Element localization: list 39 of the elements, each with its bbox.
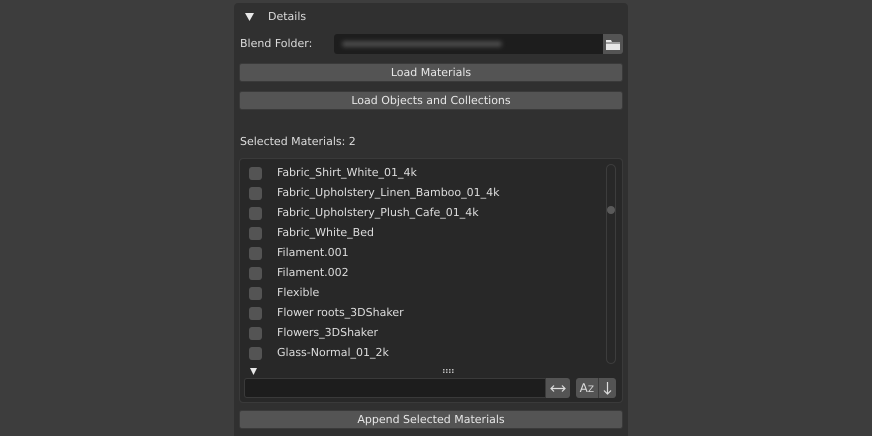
- material-name[interactable]: Fabric_Upholstery_Linen_Bamboo_01_4k: [277, 184, 500, 202]
- material-name[interactable]: Glass-Normal_01_2k: [277, 344, 389, 362]
- swap-button[interactable]: [546, 378, 570, 398]
- append-button[interactable]: Append Selected Materials: [239, 410, 623, 429]
- options-triangle-icon[interactable]: [250, 368, 257, 374]
- folder-browse-button[interactable]: [603, 34, 623, 54]
- filter-field[interactable]: [244, 378, 546, 398]
- selection-count: Selected Materials: 2: [239, 134, 357, 150]
- checkbox[interactable]: [249, 186, 262, 200]
- material-name[interactable]: Fabric_White_Bed: [277, 224, 374, 242]
- scrollbar[interactable]: [606, 164, 616, 364]
- checkbox[interactable]: [249, 306, 262, 320]
- material-name[interactable]: Flexible: [277, 284, 320, 302]
- material-name[interactable]: Fabric_Upholstery_Plush_Cafe_01_4k: [277, 204, 479, 222]
- checkbox[interactable]: [249, 246, 262, 260]
- disclosure-triangle-icon[interactable]: [245, 13, 254, 21]
- field-label: Blend Folder:: [239, 36, 314, 52]
- load-button[interactable]: Load Objects and Collections: [239, 91, 623, 110]
- material-name[interactable]: Fabric_Shirt_White_01_4k: [277, 164, 417, 182]
- folder-icon: [606, 38, 620, 50]
- material-name[interactable]: Filament.002: [277, 264, 349, 282]
- sort-alphabetical-button[interactable]: A$_{Z}$: [576, 378, 598, 398]
- panel-title[interactable]: Details: [268, 8, 306, 26]
- checkbox[interactable]: [249, 266, 262, 280]
- material-name[interactable]: Flower roots_3DShaker: [277, 304, 404, 322]
- checkbox[interactable]: [249, 346, 262, 360]
- checkbox[interactable]: [249, 286, 262, 300]
- sort-order-button[interactable]: [598, 378, 616, 398]
- material-name[interactable]: Filament.001: [277, 244, 349, 262]
- load-button[interactable]: Load Materials: [239, 63, 623, 82]
- checkbox[interactable]: [249, 226, 262, 240]
- double-arrow-icon: [550, 384, 566, 392]
- folder-path-field[interactable]: [334, 34, 603, 54]
- checkbox[interactable]: [249, 206, 262, 220]
- checkbox[interactable]: [249, 166, 262, 180]
- down-arrow-icon: [603, 382, 612, 394]
- checkbox[interactable]: [249, 326, 262, 340]
- material-name[interactable]: Flowers_3DShaker: [277, 324, 378, 342]
- resize-grip-icon[interactable]: [443, 369, 454, 373]
